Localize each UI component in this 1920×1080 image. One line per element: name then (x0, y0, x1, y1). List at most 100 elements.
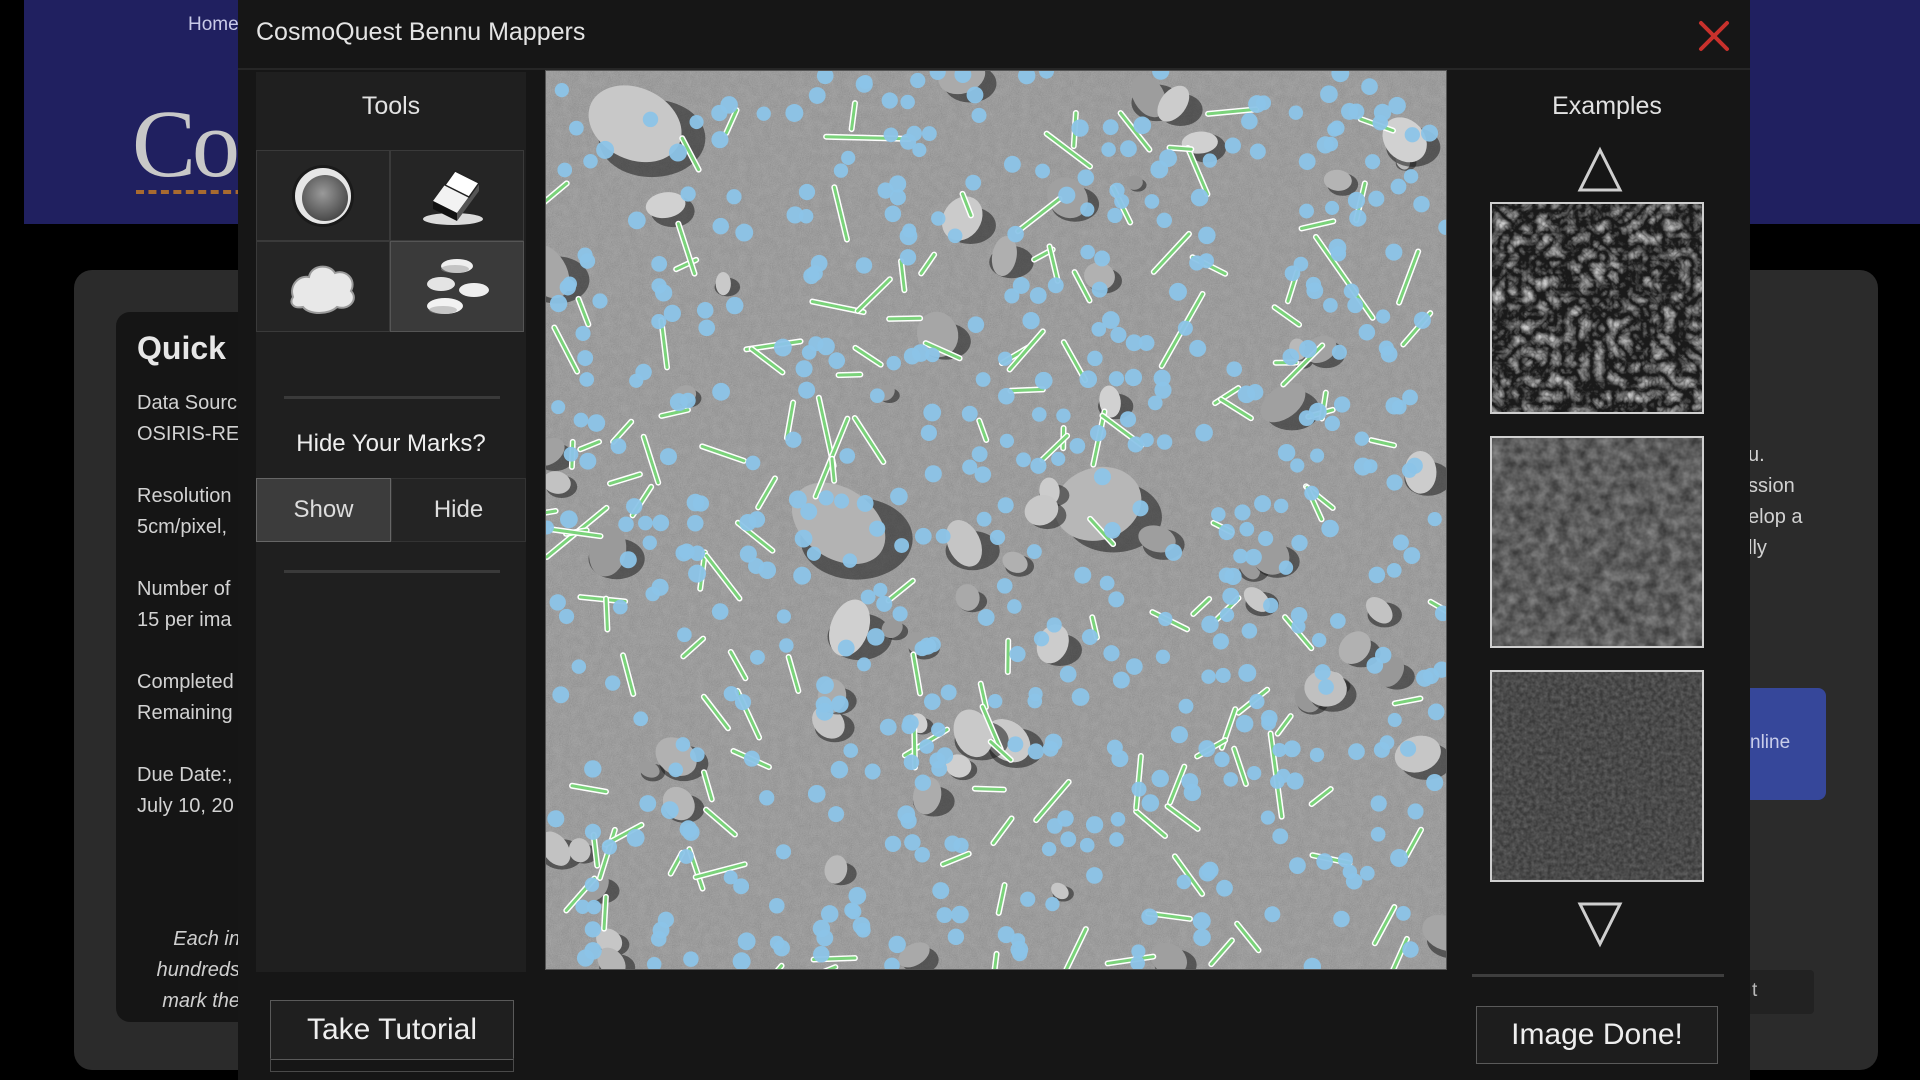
rock-mark (1114, 193, 1130, 209)
rock-mark (1079, 837, 1095, 853)
rock-mark (795, 360, 813, 378)
rock-mark (894, 538, 910, 553)
rock-mark (776, 609, 791, 624)
rock-mark (1404, 127, 1420, 143)
rock-mark (1343, 283, 1360, 299)
rocks-tool-button[interactable] (390, 241, 524, 332)
rock-mark (1156, 212, 1172, 229)
rock-mark (668, 762, 684, 778)
triangle-up-icon[interactable] (1576, 146, 1624, 199)
rock-mark (1156, 434, 1173, 450)
rock-mark (1222, 587, 1240, 605)
rock-mark (559, 510, 578, 529)
rock-mark (864, 763, 881, 780)
rock-mark (1153, 369, 1171, 387)
rock-mark (1407, 803, 1424, 820)
rock-mark (1151, 769, 1169, 788)
rock-mark (1170, 726, 1189, 744)
rock-mark (936, 907, 953, 924)
rock-mark (1026, 544, 1042, 560)
show-marks-button[interactable]: Show (256, 478, 391, 542)
boulder-tool-button[interactable] (256, 241, 390, 332)
rock-mark (748, 511, 766, 528)
length-mark (1168, 146, 1193, 151)
rock-mark (1046, 617, 1062, 633)
rock-mark (1293, 256, 1309, 272)
rock-mark (794, 529, 813, 548)
rock-mark (1016, 452, 1031, 468)
rock-mark (910, 72, 926, 89)
rock-mark (1330, 613, 1346, 629)
rock-mark (1385, 243, 1403, 261)
rock-mark (584, 921, 601, 938)
rock-mark (902, 714, 919, 731)
rock-mark (1080, 244, 1095, 260)
rock-mark (1219, 607, 1235, 623)
background-card-details: Data Sourc OSIRIS-RE Resolution 5cm/pixe… (137, 392, 240, 817)
background-bottom-box[interactable]: t (1746, 970, 1814, 1014)
rock-mark (557, 162, 573, 178)
rock-mark (579, 372, 595, 387)
rock-mark (1107, 207, 1123, 224)
rock-mark (1169, 282, 1187, 301)
rock-mark (579, 452, 597, 470)
modal-title: CosmoQuest Bennu Mappers (256, 18, 586, 46)
rock-mark (828, 806, 845, 823)
crater-tool-button[interactable] (256, 150, 390, 241)
example-thumb-dense-rocky[interactable] (1490, 202, 1704, 414)
rock-mark (1241, 623, 1258, 639)
hide-marks-button[interactable]: Hide (391, 478, 526, 542)
example-thumb-smooth-dark[interactable] (1490, 436, 1704, 648)
rock-mark (839, 448, 856, 464)
rock-mark (601, 839, 618, 855)
rock-mark (1158, 611, 1173, 627)
rock-mark (1347, 191, 1366, 210)
rock-mark (686, 493, 705, 512)
rock-mark (971, 446, 988, 463)
rock-mark (931, 760, 948, 777)
rock-mark (798, 183, 816, 201)
rock-mark (1046, 818, 1063, 834)
close-icon[interactable] (1694, 16, 1734, 56)
rock-mark (1421, 124, 1439, 142)
rock-mark (1286, 772, 1304, 790)
rock-mark (1077, 169, 1095, 186)
triangle-down-icon[interactable] (1576, 900, 1624, 953)
rock-mark (1041, 841, 1057, 857)
rock-mark (1247, 765, 1262, 781)
rock-mark (554, 83, 569, 98)
rock-mark (923, 403, 942, 422)
rock-mark (735, 223, 754, 242)
rock-mark (1370, 795, 1387, 812)
rock-mark (651, 314, 667, 330)
rock-mark (1316, 853, 1333, 870)
rock-mark (828, 352, 846, 369)
rock-mark (1212, 633, 1229, 650)
crater-tool-icon (292, 164, 354, 227)
rock-mark (855, 257, 873, 274)
rock-mark (759, 790, 775, 806)
rock-mark (1183, 783, 1202, 802)
rock-mark (884, 835, 902, 853)
background-online-button[interactable]: nline (1740, 688, 1826, 800)
rock-mark (1027, 743, 1044, 760)
rock-mark (587, 414, 606, 432)
eraser-tool-button[interactable] (390, 150, 524, 241)
rock-mark (1258, 530, 1274, 547)
take-tutorial-button[interactable]: Take Tutorial (270, 1000, 514, 1060)
asteroid-image-canvas[interactable] (545, 70, 1447, 970)
rock-mark (919, 637, 937, 655)
rock-mark (997, 351, 1013, 366)
example-thumb-fine-grained[interactable] (1490, 670, 1704, 882)
rock-mark (1306, 282, 1324, 300)
image-done-button[interactable]: Image Done! (1476, 1006, 1718, 1064)
rock-mark (1349, 209, 1367, 227)
rock-mark (931, 211, 946, 226)
background-nav-home-link[interactable]: Home (188, 14, 239, 36)
tools-title: Tools (361, 92, 421, 120)
rock-mark (1379, 735, 1395, 750)
rock-mark (1085, 816, 1104, 834)
rock-mark (651, 278, 667, 294)
rock-mark (1111, 750, 1129, 768)
background-online-label: nline (1750, 732, 1791, 753)
